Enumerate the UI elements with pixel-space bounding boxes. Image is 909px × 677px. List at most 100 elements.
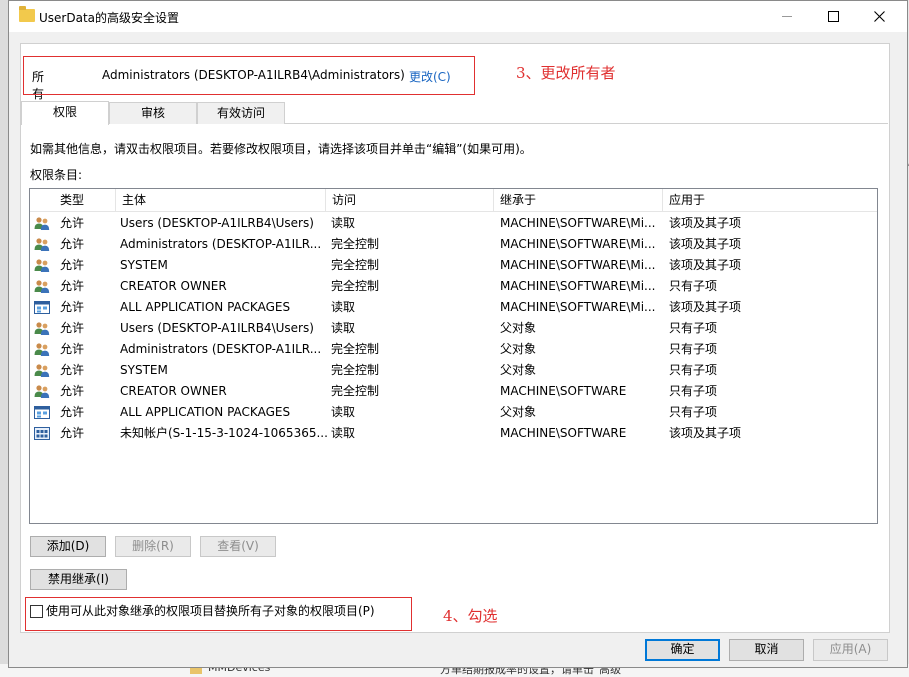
users-icon: [34, 237, 50, 252]
remove-button[interactable]: 删除(R): [115, 536, 191, 557]
cell-applies: 只有子项: [669, 405, 718, 419]
cell-type: 允许: [60, 237, 85, 251]
table-row[interactable]: 允许 未知帐户(S-1-15-3-1024-1065365... 读取 MACHINE…: [30, 423, 877, 444]
maximize-button[interactable]: [810, 1, 856, 32]
cell-inherited: MACHINE\SOFTWARE\Mi...: [500, 237, 656, 251]
cell-type: 允许: [60, 342, 85, 356]
cell-type: 允许: [60, 426, 85, 440]
cell-applies: 只有子项: [669, 279, 718, 293]
cell-inherited: MACHINE\SOFTWARE\Mi...: [500, 300, 656, 314]
column-header-applies-to[interactable]: 应用于: [663, 189, 877, 211]
cell-type: 允许: [60, 384, 85, 398]
table-row[interactable]: 允许 Users (DESKTOP-A1ILRB4\Users) 读取 父对象 只有子项: [30, 318, 877, 339]
package-icon: [34, 300, 50, 315]
table-row[interactable]: 允许 CREATOR OWNER 完全控制 MACHINE\SOFTWARE\Mi..…: [30, 276, 877, 297]
cell-principal: Administrators (DESKTOP-A1ILR...: [120, 342, 322, 356]
cancel-button[interactable]: 取消: [729, 639, 804, 661]
ok-button[interactable]: 确定: [645, 639, 720, 661]
users-icon: [34, 258, 50, 273]
permission-entries-label: 权限条目:: [30, 168, 83, 182]
column-header-type[interactable]: 类型: [54, 189, 116, 211]
cell-principal: 未知帐户(S-1-15-3-1024-1065365...: [120, 426, 328, 440]
minimize-button[interactable]: [764, 1, 810, 32]
table-row[interactable]: 允许 CREATOR OWNER 完全控制 MACHINE\SOFTWARE 只有子项: [30, 381, 877, 402]
cell-principal: ALL APPLICATION PACKAGES: [120, 405, 291, 419]
cell-type: 允许: [60, 363, 85, 377]
cell-type: 允许: [60, 405, 85, 419]
package-icon: [34, 405, 50, 420]
cell-principal: Users (DESKTOP-A1ILRB4\Users): [120, 321, 314, 335]
users-icon: [34, 384, 50, 399]
cell-access: 完全控制: [331, 258, 380, 272]
column-header-principal[interactable]: 主体: [116, 189, 326, 211]
cell-access: 读取: [331, 426, 356, 440]
table-row[interactable]: 允许 SYSTEM 完全控制 MACHINE\SOFTWARE\Mi... 该项及其子项: [30, 255, 877, 276]
cell-inherited: MACHINE\SOFTWARE: [500, 426, 627, 440]
minimize-icon: [782, 16, 792, 17]
cell-principal: Users (DESKTOP-A1ILRB4\Users): [120, 216, 314, 230]
table-row[interactable]: 允许 ALL APPLICATION PACKAGES 读取 MACHINE\SOFT…: [30, 297, 877, 318]
info-text: 如需其他信息，请双击权限项目。若要修改权限项目，请选择该项目并单击“编辑”(如果…: [30, 142, 532, 156]
folder-icon: [19, 6, 35, 22]
title-bar: UserData的高级安全设置: [9, 1, 907, 32]
cell-applies: 该项及其子项: [669, 237, 742, 251]
window-title: UserData的高级安全设置: [39, 11, 180, 25]
cell-access: 读取: [331, 405, 356, 419]
cell-applies: 只有子项: [669, 363, 718, 377]
cell-type: 允许: [60, 258, 85, 272]
cell-principal: Administrators (DESKTOP-A1ILR...: [120, 237, 322, 251]
cell-access: 完全控制: [331, 342, 380, 356]
cell-inherited: 父对象: [500, 342, 537, 356]
annotation-step4: 4、勾选: [443, 607, 498, 625]
column-header-access[interactable]: 访问: [326, 189, 494, 211]
cell-applies: 该项及其子项: [669, 300, 742, 314]
cell-type: 允许: [60, 279, 85, 293]
view-button[interactable]: 查看(V): [200, 536, 276, 557]
table-row[interactable]: 允许 Administrators (DESKTOP-A1ILR... 完全控制 父对…: [30, 339, 877, 360]
cell-access: 完全控制: [331, 237, 380, 251]
cell-inherited: 父对象: [500, 321, 537, 335]
cell-access: 完全控制: [331, 279, 380, 293]
add-button[interactable]: 添加(D): [30, 536, 106, 557]
close-button[interactable]: [856, 1, 902, 32]
cell-applies: 只有子项: [669, 384, 718, 398]
tab-effective-access[interactable]: 有效访问: [197, 102, 285, 124]
cell-applies: 只有子项: [669, 321, 718, 335]
cell-principal: CREATOR OWNER: [120, 384, 227, 398]
table-row[interactable]: 允许 ALL APPLICATION PACKAGES 读取 父对象 只有子项: [30, 402, 877, 423]
cell-access: 读取: [331, 321, 356, 335]
list-header: 类型 主体 访问 继承于 应用于: [30, 189, 877, 212]
cell-inherited: MACHINE\SOFTWARE\Mi...: [500, 216, 656, 230]
permission-entries-list[interactable]: 类型 主体 访问 继承于 应用于 允许 Users (DESKTOP-A1ILRB…: [29, 188, 878, 524]
users-icon: [34, 216, 50, 231]
column-header-inherited-from[interactable]: 继承于: [494, 189, 663, 211]
table-row[interactable]: 允许 Administrators (DESKTOP-A1ILR... 完全控制 MA…: [30, 234, 877, 255]
table-row[interactable]: 允许 SYSTEM 完全控制 父对象 只有子项: [30, 360, 877, 381]
users-icon: [34, 321, 50, 336]
cell-inherited: MACHINE\SOFTWARE: [500, 384, 627, 398]
annotation-step3: 3、更改所有者: [516, 64, 616, 82]
close-icon: [873, 11, 885, 22]
table-row[interactable]: 允许 Users (DESKTOP-A1ILRB4\Users) 读取 MACHINE…: [30, 213, 877, 234]
tab-auditing[interactable]: 审核: [109, 102, 197, 124]
tab-permissions[interactable]: 权限: [21, 101, 109, 125]
cell-principal: SYSTEM: [120, 363, 168, 377]
cell-type: 允许: [60, 321, 85, 335]
cell-inherited: MACHINE\SOFTWARE\Mi...: [500, 279, 656, 293]
unknown-account-icon: [34, 426, 50, 441]
cell-access: 读取: [331, 300, 356, 314]
cell-inherited: MACHINE\SOFTWARE\Mi...: [500, 258, 656, 272]
checkbox-highlight-box: [25, 597, 412, 631]
cell-applies: 该项及其子项: [669, 258, 742, 272]
apply-button[interactable]: 应用(A): [813, 639, 888, 661]
cell-inherited: 父对象: [500, 405, 537, 419]
cell-applies: 只有子项: [669, 342, 718, 356]
disable-inheritance-button[interactable]: 禁用继承(I): [30, 569, 127, 590]
cell-applies: 该项及其子项: [669, 216, 742, 230]
cell-inherited: 父对象: [500, 363, 537, 377]
background-window-edge: [0, 0, 8, 677]
cell-access: 完全控制: [331, 363, 380, 377]
cell-type: 允许: [60, 216, 85, 230]
maximize-icon: [827, 11, 839, 22]
users-icon: [34, 342, 50, 357]
